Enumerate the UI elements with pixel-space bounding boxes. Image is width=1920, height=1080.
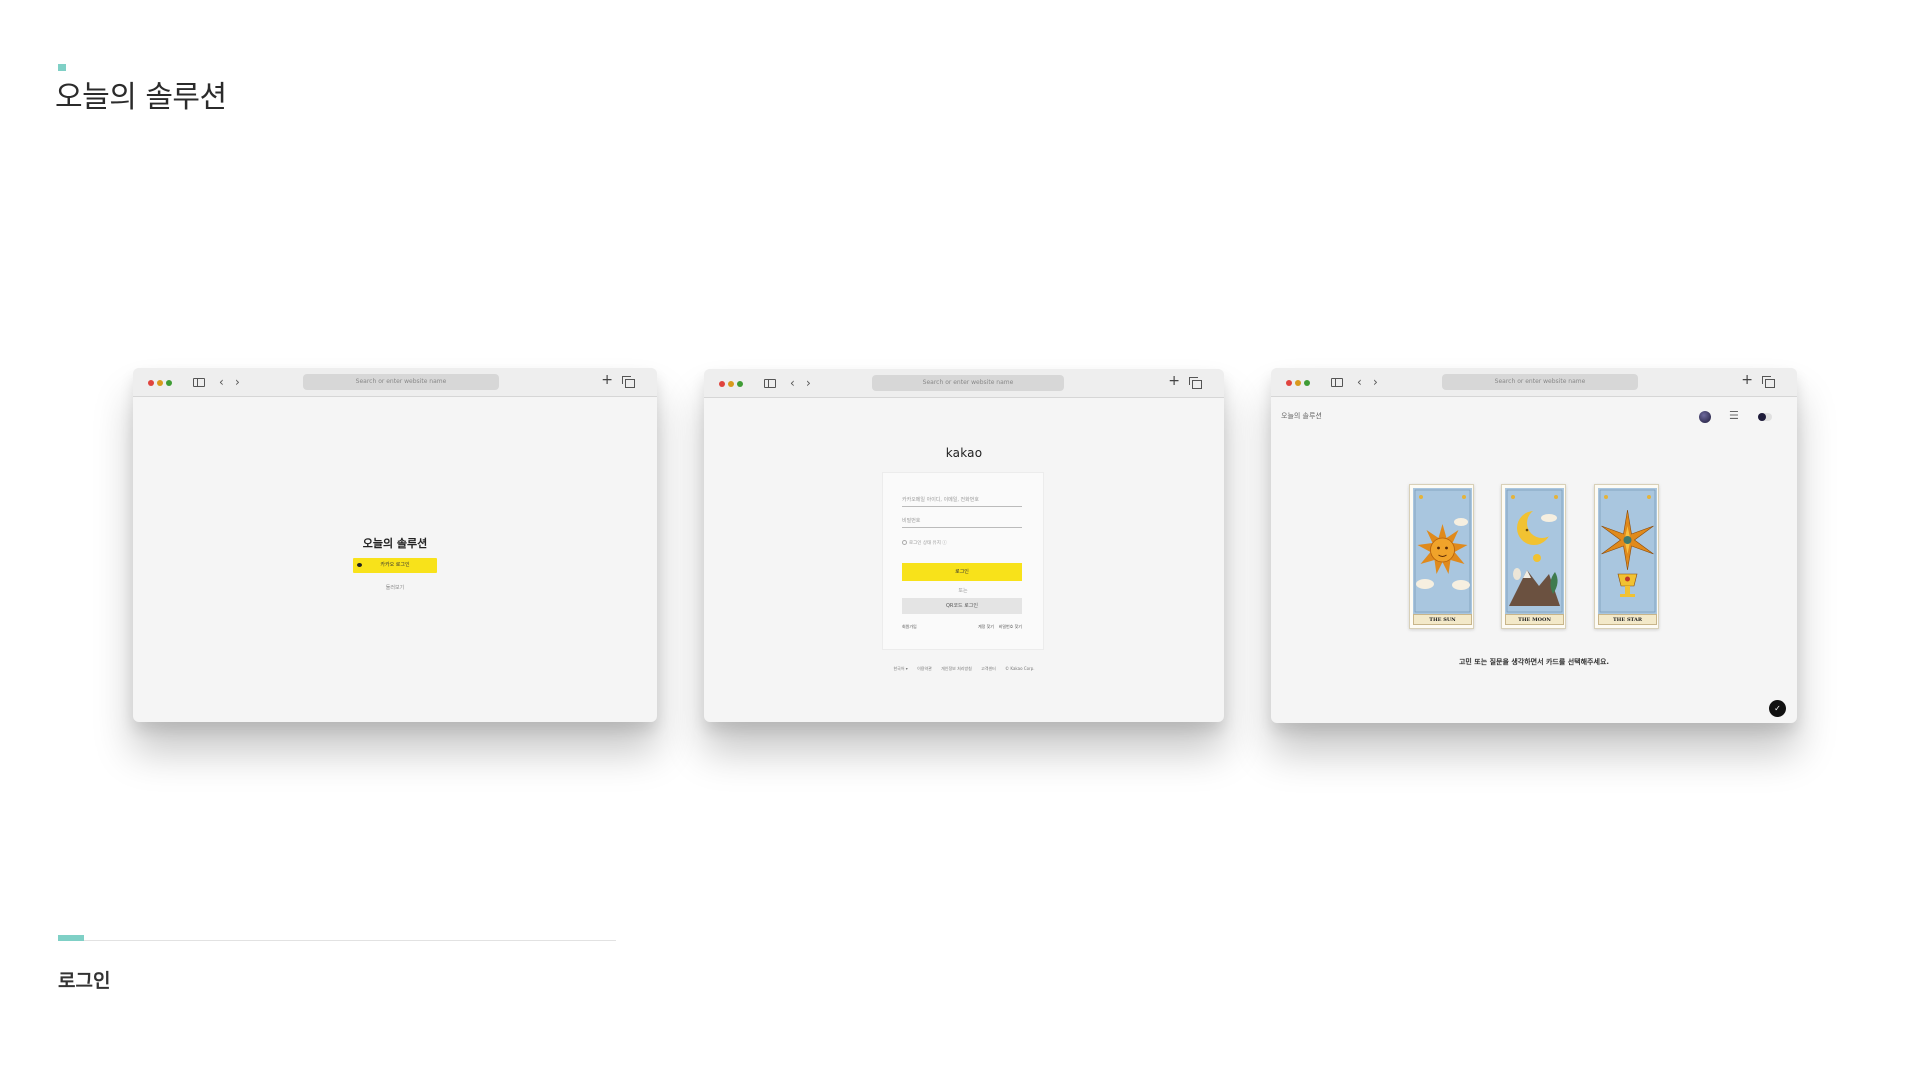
page-title: 오늘의 솔루션 — [55, 80, 227, 115]
browser-window-kakao-login: ‹ › Search or enter website name + kakao… — [704, 369, 1224, 722]
browser-window-tarot: ‹ › Search or enter website name + 오늘의 솔… — [1271, 368, 1797, 723]
browser-window-landing: ‹ › Search or enter website name + 오늘의 솔… — [133, 368, 657, 722]
find-account-link[interactable]: 계정 찾기 — [978, 624, 994, 630]
forward-icon[interactable]: › — [1373, 375, 1378, 389]
browser-toolbar: ‹ › Search or enter website name + — [133, 368, 657, 397]
sidebar-icon[interactable] — [1331, 378, 1343, 387]
page: 오늘의 솔루션 ‹ › Search or enter website name… — [0, 0, 1920, 1080]
terms-link[interactable]: 이용약관 — [917, 666, 932, 671]
minimize-window-icon[interactable] — [728, 381, 734, 387]
back-icon[interactable]: ‹ — [790, 376, 795, 390]
kakao-logo: kakao — [945, 446, 983, 460]
account-id-field[interactable]: 카카오메일 아이디, 이메일, 전화번호 — [902, 493, 1022, 507]
tabs-icon[interactable] — [1762, 376, 1775, 388]
card-select-prompt: 고민 또는 질문을 생각하면서 카드를 선택해주세요. — [1458, 658, 1610, 666]
close-window-icon[interactable] — [719, 381, 725, 387]
password-field[interactable]: 비밀번호 — [902, 514, 1022, 528]
back-icon[interactable]: ‹ — [219, 375, 224, 389]
tarot-card-sun[interactable]: THE SUN — [1409, 484, 1474, 629]
section-accent-bar — [58, 935, 84, 941]
back-icon[interactable]: ‹ — [1357, 375, 1362, 389]
sidebar-icon[interactable] — [193, 378, 205, 387]
checkbox-icon — [902, 540, 907, 545]
chat-bubble-icon — [357, 563, 362, 567]
address-bar[interactable]: Search or enter website name — [303, 374, 499, 390]
language-select[interactable]: 한국어 ▾ — [893, 666, 907, 671]
browser-toolbar: ‹ › Search or enter website name + — [1271, 368, 1797, 397]
kakao-login-button[interactable]: 카카오 로그인 — [353, 558, 437, 573]
section-label: 로그인 — [58, 970, 111, 992]
keep-login-checkbox[interactable]: 로그인 상태 유지 ⓘ — [902, 540, 947, 546]
qr-login-button[interactable]: QR코드 로그인 — [902, 598, 1022, 614]
copyright: © Kakao Corp. — [1005, 666, 1035, 671]
login-footer: 한국어 ▾ 이용약관 개인정보 처리방침 고객센터 © Kakao Corp. — [704, 666, 1224, 672]
login-button[interactable]: 로그인 — [902, 563, 1022, 581]
forward-icon[interactable]: › — [806, 376, 811, 390]
forward-icon[interactable]: › — [235, 375, 240, 389]
tabs-icon[interactable] — [622, 376, 635, 388]
menu-icon[interactable]: ☰ — [1729, 409, 1739, 422]
app-brand[interactable]: 오늘의 솔루션 — [1281, 411, 1322, 421]
edit-fab-icon[interactable]: ✓ — [1769, 700, 1786, 717]
title-accent-mark — [58, 64, 66, 71]
close-window-icon[interactable] — [1286, 380, 1292, 386]
kakao-login-label: 카카오 로그인 — [380, 562, 410, 568]
signup-link[interactable]: 회원가입 — [902, 624, 917, 630]
crystal-ball-icon[interactable] — [1699, 411, 1711, 423]
browser-toolbar: ‹ › Search or enter website name + — [704, 369, 1224, 398]
maximize-window-icon[interactable] — [1304, 380, 1310, 386]
sun-icon — [1413, 488, 1472, 614]
maximize-window-icon[interactable] — [737, 381, 743, 387]
address-bar[interactable]: Search or enter website name — [1442, 374, 1638, 390]
card-name: THE MOON — [1505, 614, 1564, 625]
close-window-icon[interactable] — [148, 380, 154, 386]
maximize-window-icon[interactable] — [166, 380, 172, 386]
browse-link[interactable]: 둘러보기 — [133, 584, 657, 591]
tabs-icon[interactable] — [1189, 377, 1202, 389]
support-link[interactable]: 고객센터 — [981, 666, 996, 671]
sidebar-icon[interactable] — [764, 379, 776, 388]
minimize-window-icon[interactable] — [157, 380, 163, 386]
card-name: THE SUN — [1413, 614, 1472, 625]
login-form: 카카오메일 아이디, 이메일, 전화번호 비밀번호 로그인 상태 유지 ⓘ 로그… — [882, 472, 1044, 650]
keep-login-label: 로그인 상태 유지 ⓘ — [909, 541, 947, 546]
minimize-window-icon[interactable] — [1295, 380, 1301, 386]
tarot-card-moon[interactable]: THE MOON — [1501, 484, 1566, 629]
tarot-card-star[interactable]: THE STAR — [1594, 484, 1659, 629]
address-bar[interactable]: Search or enter website name — [872, 375, 1064, 391]
plus-icon[interactable]: + — [1168, 374, 1180, 388]
section-divider — [84, 940, 616, 941]
moon-icon — [1505, 488, 1564, 614]
theme-toggle[interactable] — [1758, 413, 1772, 421]
or-divider: 또는 — [958, 588, 968, 594]
plus-icon[interactable]: + — [601, 373, 613, 387]
privacy-link[interactable]: 개인정보 처리방침 — [941, 666, 972, 671]
plus-icon[interactable]: + — [1741, 373, 1753, 387]
star-icon — [1598, 488, 1657, 614]
card-name: THE STAR — [1598, 614, 1657, 625]
landing-title: 오늘의 솔루션 — [362, 537, 428, 550]
find-password-link[interactable]: 비밀번호 찾기 — [999, 624, 1022, 630]
